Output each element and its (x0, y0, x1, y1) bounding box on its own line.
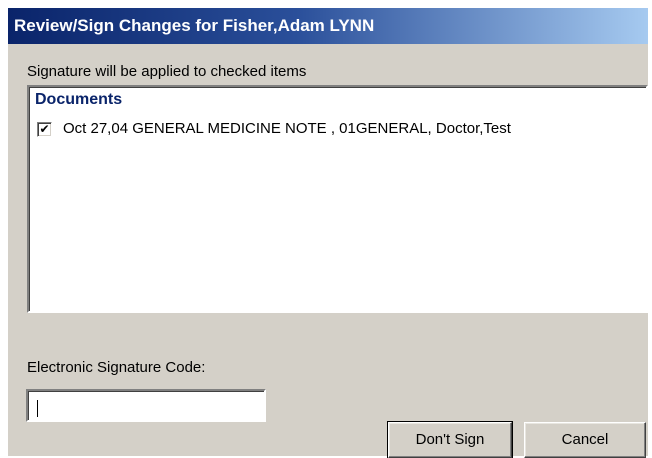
signature-instructions: Signature will be applied to checked ite… (27, 63, 307, 80)
esignature-input[interactable] (26, 389, 266, 422)
review-sign-dialog: Review/Sign Changes for Fisher,Adam LYNN… (8, 8, 648, 458)
title-bar[interactable]: Review/Sign Changes for Fisher,Adam LYNN (8, 8, 648, 44)
document-description: Oct 27,04 GENERAL MEDICINE NOTE , 01GENE… (63, 120, 511, 137)
cancel-button[interactable]: Cancel (524, 422, 646, 458)
esignature-label: Electronic Signature Code: (27, 359, 206, 376)
list-item[interactable]: ✔ Oct 27,04 GENERAL MEDICINE NOTE , 01GE… (35, 120, 639, 140)
documents-list[interactable]: Documents ✔ Oct 27,04 GENERAL MEDICINE N… (27, 85, 648, 313)
text-caret (37, 400, 38, 417)
dont-sign-button[interactable]: Don't Sign (387, 421, 513, 458)
window-title: Review/Sign Changes for Fisher,Adam LYNN (14, 16, 375, 35)
document-checkbox[interactable]: ✔ (37, 122, 52, 137)
documents-section-header: Documents (35, 91, 123, 108)
check-icon: ✔ (39, 122, 50, 136)
